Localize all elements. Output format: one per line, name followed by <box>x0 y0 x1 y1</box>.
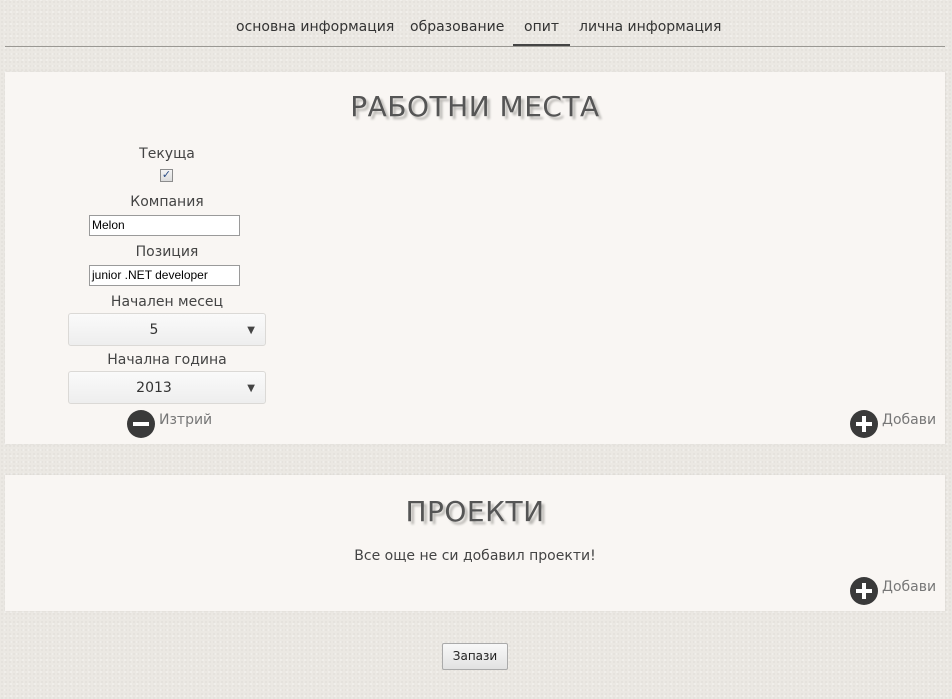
add-project-button[interactable]: Добави <box>850 577 940 605</box>
add-job-button[interactable]: Добави <box>850 410 940 438</box>
work-places-panel: РАБОТНИ МЕСТА Текуща ✓ Компания Melon По… <box>5 72 945 444</box>
plus-circle-icon <box>850 577 878 605</box>
checkmark-icon: ✓ <box>161 168 172 181</box>
start-month-select[interactable]: 5 ▼ <box>68 313 266 346</box>
start-year-value: 2013 <box>136 380 172 396</box>
tab-personal-info[interactable]: лична информация <box>579 18 721 36</box>
projects-title: ПРОЕКТИ <box>405 495 545 528</box>
save-button[interactable]: Запази <box>442 643 508 670</box>
chevron-down-icon: ▼ <box>247 325 255 336</box>
current-checkbox[interactable]: ✓ <box>160 168 173 182</box>
start-year-label: Начална година <box>107 352 227 368</box>
company-label: Компания <box>130 194 204 210</box>
position-input[interactable]: junior .NET developer <box>89 265 240 286</box>
tab-experience[interactable]: опит <box>513 18 570 46</box>
current-label: Текуща <box>139 146 195 162</box>
add-job-label: Добави <box>882 412 937 428</box>
minus-circle-icon <box>127 410 155 438</box>
start-year-select[interactable]: 2013 ▼ <box>68 371 266 404</box>
tab-basic-info[interactable]: основна информация <box>236 18 394 36</box>
work-places-title: РАБОТНИ МЕСТА <box>350 90 600 123</box>
tab-education[interactable]: образование <box>410 18 504 36</box>
start-month-label: Начален месец <box>110 294 224 310</box>
delete-job-button[interactable]: Изтрий <box>127 410 217 438</box>
add-project-label: Добави <box>882 579 937 595</box>
start-month-value: 5 <box>149 322 159 338</box>
chevron-down-icon: ▼ <box>247 383 255 394</box>
projects-panel: ПРОЕКТИ Все още не си добавил проекти! Д… <box>5 475 945 611</box>
position-label: Позиция <box>135 244 199 260</box>
plus-circle-icon <box>850 410 878 438</box>
delete-job-label: Изтрий <box>159 412 213 428</box>
top-nav: основна информация образование опит личн… <box>5 0 945 47</box>
projects-empty-message: Все още не си добавил проекти! <box>354 548 596 564</box>
company-input[interactable]: Melon <box>89 215 240 236</box>
